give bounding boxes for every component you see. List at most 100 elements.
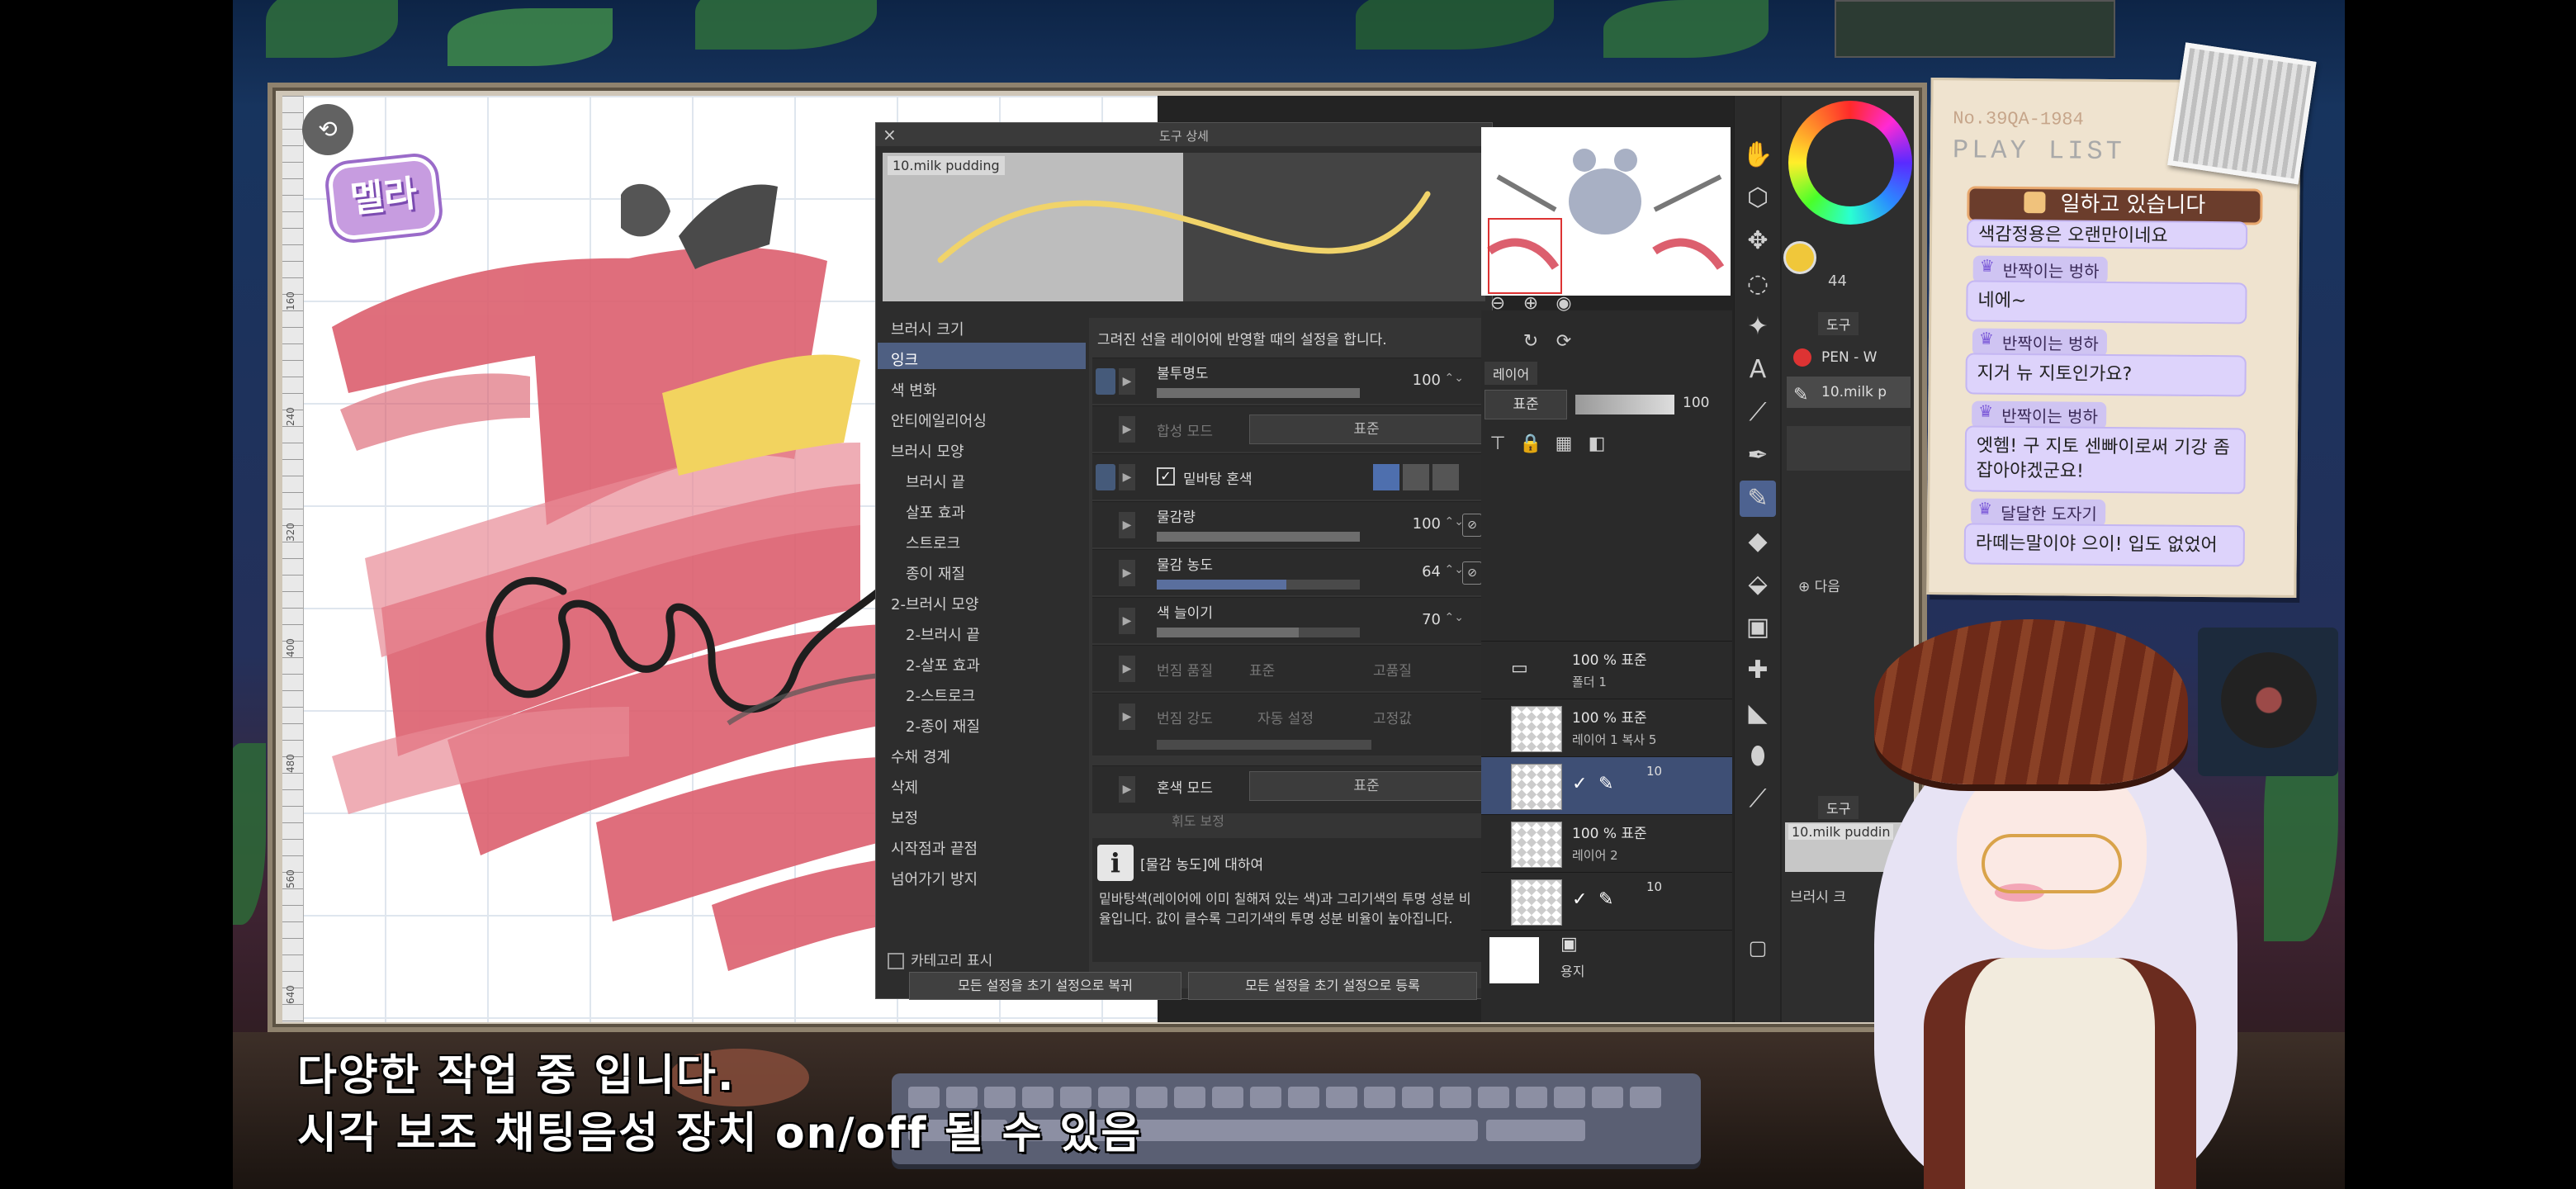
magic-wand-icon[interactable]: ✦ [1740, 309, 1776, 345]
sub-tool-pen-w[interactable]: PEN - W [1787, 342, 1911, 373]
category-paper-texture[interactable]: 종이 재질 [906, 562, 965, 584]
paint-amount-value[interactable]: 100 [1413, 515, 1441, 533]
eye-icon[interactable] [1096, 464, 1115, 490]
category-ink[interactable]: 잉크 [891, 348, 918, 370]
category-brush-shape-2[interactable]: 2-브러시 모양 [891, 593, 978, 614]
layer-row[interactable]: 100 % 표준 레이어 1 복사 5 [1481, 699, 1732, 756]
expand-icon[interactable]: ▶ [1119, 656, 1135, 682]
blur-strength-slider[interactable] [1157, 740, 1371, 750]
blur-strength-fixed[interactable]: 고정값 [1373, 707, 1412, 727]
brush-icon[interactable]: ✎ [1740, 481, 1776, 517]
category-brush-shape[interactable]: 브러시 모양 [891, 440, 964, 462]
category-brush-tip-2[interactable]: 2-브러시 끝 [906, 623, 980, 645]
color-wheel[interactable] [1788, 101, 1912, 225]
spin-icon[interactable]: ⌃⌄ [1445, 611, 1464, 624]
layer-opacity-slider[interactable] [1575, 395, 1674, 414]
pen-icon[interactable]: ✒ [1740, 438, 1776, 474]
category-paper-texture-2[interactable]: 2-종이 재질 [906, 715, 980, 737]
blend-mode-dropdown[interactable]: 표준 [1249, 414, 1484, 444]
category-brush-size[interactable]: 브러시 크기 [891, 318, 964, 339]
underlay-mix-checkbox[interactable]: ✓ [1157, 467, 1175, 486]
mask-icon[interactable]: ◧ [1584, 431, 1610, 457]
category-anti-aliasing[interactable]: 안티에일리어싱 [891, 410, 987, 431]
zoom-in-icon[interactable]: ⊕ [1518, 291, 1544, 317]
zoom-out-icon[interactable]: ⊖ [1485, 291, 1511, 317]
category-stroke[interactable]: 스트로크 [906, 532, 960, 553]
layer-row[interactable]: ✓ ✎ 10 [1481, 756, 1732, 814]
check-icon[interactable]: ✓ [1572, 774, 1587, 794]
pin-icon[interactable]: ⊤ [1485, 431, 1511, 457]
expand-icon[interactable]: ▶ [1119, 560, 1135, 586]
category-color-jitter[interactable]: 색 변화 [891, 379, 936, 400]
paint-amount-slider[interactable] [1157, 532, 1360, 542]
blur-quality-standard[interactable]: 표준 [1249, 659, 1275, 680]
gradient-icon[interactable]: ▣ [1740, 609, 1776, 646]
navigator-preview[interactable] [1481, 127, 1731, 296]
hand-icon[interactable]: ✋ [1740, 137, 1776, 173]
layer-row[interactable]: 100 % 표준 레이어 2 [1481, 814, 1732, 872]
reset-icon[interactable]: ⟳ [1551, 329, 1577, 355]
lasso-icon[interactable]: ◌ [1740, 266, 1776, 302]
layer-row[interactable]: ▣ 용지 [1481, 930, 1732, 988]
mix-mode-dropdown[interactable]: 표준 [1249, 771, 1484, 801]
expand-icon[interactable]: ▶ [1119, 703, 1135, 730]
category-brush-tip[interactable]: 브러시 끝 [906, 471, 965, 492]
add-sub-tool-button[interactable]: ⊕ 다음 [1798, 575, 1840, 595]
ref-icon[interactable]: ▦ [1551, 431, 1577, 457]
fit-icon[interactable]: ◉ [1551, 291, 1577, 317]
figure-icon[interactable]: ✚ [1740, 652, 1776, 689]
object-icon[interactable]: ⬡ [1740, 180, 1776, 216]
expand-icon[interactable]: ▶ [1119, 416, 1135, 443]
show-category-toggle[interactable]: 카테고리 표시 [888, 949, 992, 969]
spin-icon[interactable]: ⌃⌄ [1445, 372, 1464, 385]
sub-tool-milk-pudding[interactable]: ✎ 10.milk p [1787, 377, 1911, 408]
category-watercolor-edge[interactable]: 수채 경계 [891, 746, 950, 767]
expand-icon[interactable]: ▶ [1119, 512, 1135, 538]
rotate-view-button[interactable]: ⟲ [302, 104, 353, 155]
layer-row[interactable]: ✓ ✎ 10 [1481, 872, 1732, 930]
tab-layer[interactable]: 레이어 [1485, 362, 1538, 385]
expand-icon[interactable]: ▶ [1119, 368, 1135, 395]
decoration-icon[interactable]: ⟋ [1740, 781, 1776, 817]
color-stretch-slider[interactable] [1157, 628, 1360, 637]
category-correction[interactable]: 보정 [891, 807, 918, 828]
eyedropper-icon[interactable]: ⟋ [1740, 395, 1776, 431]
category-overflow-prevention[interactable]: 넘어가기 방지 [891, 868, 978, 889]
fill-icon[interactable]: ⬙ [1740, 566, 1776, 603]
category-spray[interactable]: 살포 효과 [906, 501, 965, 523]
checkbox[interactable] [888, 953, 904, 969]
rotate-icon[interactable]: ↻ [1518, 329, 1544, 355]
layer-blend-dropdown[interactable]: 표준 [1485, 390, 1567, 419]
spin-icon[interactable]: ⌃⌄ [1445, 515, 1464, 528]
close-icon[interactable]: × [883, 125, 897, 144]
paint-density-slider[interactable] [1157, 580, 1360, 590]
opacity-slider[interactable] [1157, 388, 1360, 398]
register-defaults-button[interactable]: 모든 설정을 초기 설정으로 등록 [1188, 972, 1477, 1000]
color-stretch-value[interactable]: 70 [1422, 611, 1441, 628]
eraser-icon[interactable]: ◆ [1740, 523, 1776, 560]
category-stroke-2[interactable]: 2-스트로크 [906, 685, 975, 706]
check-icon[interactable]: ✓ [1572, 889, 1587, 910]
expand-icon[interactable]: ▶ [1119, 608, 1135, 634]
mix-mode-3-icon[interactable] [1432, 464, 1459, 490]
mix-mode-2-icon[interactable] [1403, 464, 1429, 490]
move-icon[interactable]: ✥ [1740, 223, 1776, 259]
expand-icon[interactable]: ▶ [1119, 464, 1135, 490]
category-spray-2[interactable]: 2-살포 효과 [906, 654, 980, 675]
color-swatch-icon[interactable]: ▢ [1740, 930, 1776, 966]
layer-opacity-value[interactable]: 100 [1683, 395, 1709, 411]
blend-icon[interactable]: ⬮ [1740, 738, 1776, 775]
category-erase[interactable]: 삭제 [891, 776, 918, 798]
pressure-icon[interactable]: ⊘ [1462, 561, 1482, 585]
layer-row[interactable]: ▭ 100 % 표준 폴더 1 [1481, 641, 1732, 699]
pressure-icon[interactable]: ⊘ [1462, 514, 1482, 537]
eye-icon[interactable] [1096, 368, 1115, 395]
main-color-swatch[interactable] [1783, 241, 1816, 274]
opacity-value[interactable]: 100 [1413, 372, 1441, 389]
restore-defaults-button[interactable]: 모든 설정을 초기 설정으로 복귀 [909, 972, 1181, 1000]
blur-quality-high[interactable]: 고품질 [1373, 659, 1412, 680]
spin-icon[interactable]: ⌃⌄ [1445, 563, 1464, 576]
category-start-end[interactable]: 시작점과 끝점 [891, 837, 978, 859]
mix-mode-1-icon[interactable] [1373, 464, 1399, 490]
tab-sub-tool[interactable]: 도구 [1818, 312, 1859, 335]
